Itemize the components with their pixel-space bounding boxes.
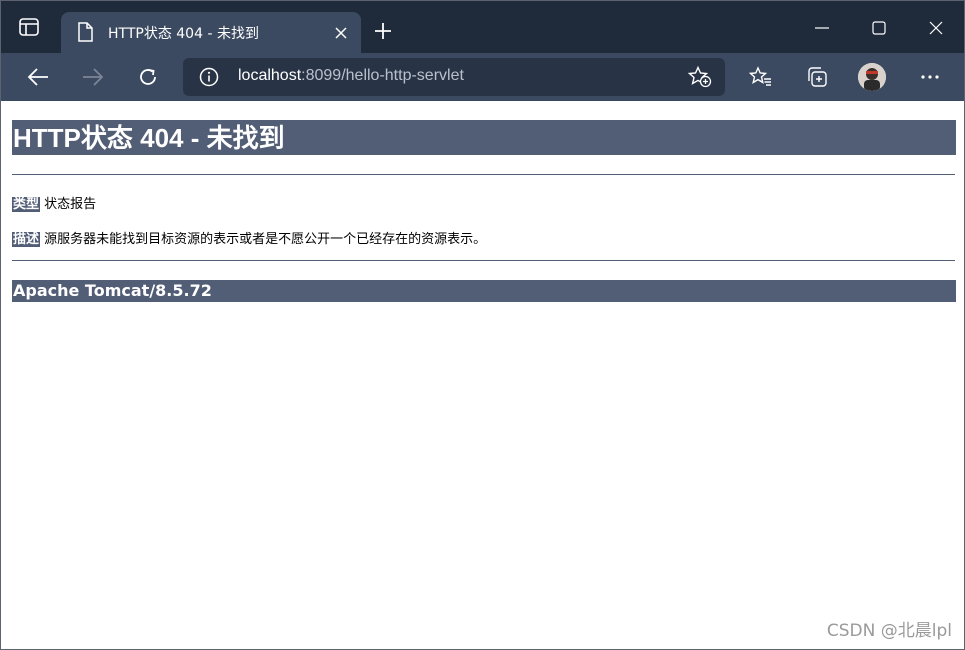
url-path: :8099/hello-http-servlet [301, 67, 464, 84]
divider [12, 174, 955, 175]
type-value: 状态报告 [44, 197, 97, 212]
refresh-icon [140, 69, 156, 85]
maximize-button[interactable] [859, 13, 899, 43]
error-heading: HTTP状态 404 - 未找到 [12, 120, 956, 155]
watermark: CSDN @北晨lpl [826, 621, 952, 641]
window-close-button[interactable] [916, 13, 956, 43]
refresh-button[interactable] [131, 61, 165, 93]
description-row: 描述 源服务器未能找到目标资源的表示或者是不愿公开一个已经存在的资源表示。 [12, 228, 486, 247]
browser-window: HTTP状态 404 - 未找到 localhost:8099/hello-ht… [0, 0, 965, 650]
window-close-icon [929, 21, 943, 35]
more-icon [921, 75, 939, 79]
tab-title: HTTP状态 404 - 未找到 [108, 26, 259, 42]
more-button[interactable] [913, 61, 947, 93]
forward-arrow-icon [83, 68, 104, 86]
add-favorite-icon[interactable] [687, 65, 712, 92]
minimize-button[interactable] [802, 13, 842, 43]
tab-close-button[interactable] [329, 21, 353, 45]
tab-actions-icon [19, 18, 39, 40]
type-row: 类型 状态报告 [12, 193, 96, 212]
toolbar: localhost:8099/hello-http-servlet [1, 53, 964, 101]
close-icon [335, 27, 347, 39]
favorites-icon [749, 66, 771, 86]
tab-bar: HTTP状态 404 - 未找到 [1, 1, 964, 53]
maximize-icon [872, 21, 886, 35]
address-bar[interactable]: localhost:8099/hello-http-servlet [183, 58, 725, 96]
avatar[interactable] [858, 63, 886, 91]
plus-icon [375, 23, 391, 39]
forward-button[interactable] [76, 61, 110, 93]
server-info: Apache Tomcat/8.5.72 [12, 280, 956, 302]
minimize-icon [815, 27, 829, 29]
url-text[interactable]: localhost:8099/hello-http-servlet [238, 67, 464, 85]
back-arrow-icon [27, 68, 48, 86]
tab-actions-button[interactable] [11, 13, 47, 45]
info-icon[interactable] [199, 67, 219, 91]
url-host: localhost [238, 67, 302, 84]
document-icon [77, 22, 93, 46]
divider [12, 260, 955, 261]
collections-icon [808, 67, 827, 87]
page-content: HTTP状态 404 - 未找到 类型 状态报告 描述 源服务器未能找到目标资源… [1, 101, 964, 649]
description-value: 源服务器未能找到目标资源的表示或者是不愿公开一个已经存在的资源表示。 [44, 232, 487, 247]
type-label: 类型 [12, 197, 41, 212]
back-button[interactable] [21, 61, 55, 93]
description-label: 描述 [12, 232, 41, 247]
favorites-button[interactable] [744, 61, 778, 93]
tab-active[interactable]: HTTP状态 404 - 未找到 [61, 12, 361, 53]
collections-button[interactable] [800, 61, 834, 93]
new-tab-button[interactable] [369, 17, 397, 45]
